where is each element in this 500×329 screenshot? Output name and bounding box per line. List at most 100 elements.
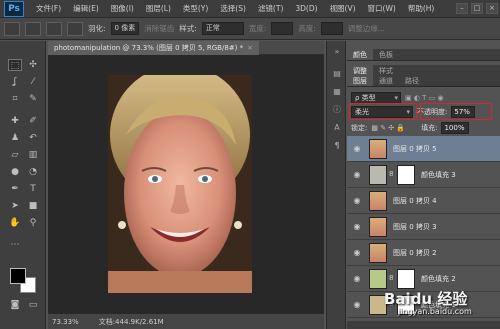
screen-mode-icon[interactable]: ▭ [26,299,40,311]
lock-icons[interactable]: ▩ ✎ ✣ 🔒 [371,124,405,132]
character-panel-icon[interactable]: A [330,121,344,134]
layer-thumbnail [369,191,387,211]
tab-swatches[interactable]: 色板 [373,49,399,60]
layer-name: 图层 0 拷贝 5 [393,145,437,153]
panel-icon-column: » ▤ ▦ ⓘ A ¶ [326,41,346,329]
selection-subtract-button[interactable] [67,21,83,36]
magic-wand-tool-icon[interactable]: ⁄ [26,76,40,88]
pen-tool-icon[interactable]: ✒ [8,183,22,195]
visibility-eye-icon[interactable]: ◉ [351,274,363,284]
marquee-preset-button[interactable] [4,21,20,36]
info-panel-icon[interactable]: ⓘ [330,103,344,116]
style-label: 样式: [179,24,197,33]
layer-row[interactable]: ◉ 图层 0 拷贝 5 [347,136,500,162]
width-input[interactable] [271,22,294,35]
maximize-button[interactable]: □ [471,3,483,14]
layer-row[interactable]: ◉ 图层 0 拷贝 4 [347,188,500,214]
minimize-button[interactable]: – [456,3,468,14]
lock-fill-row: 锁定: ▩ ✎ ✣ 🔒 填充: 100% [347,121,500,135]
more-tools-icon[interactable]: ⋯ [8,239,22,251]
antialias-checkbox[interactable]: 消除锯齿 [144,23,174,34]
visibility-eye-icon[interactable]: ◉ [351,300,363,310]
status-bar: 73.33% 文档:444.9K/2.61M [48,313,324,329]
style-select[interactable]: 正常 [201,22,244,35]
menu-image[interactable]: 图像(I) [105,3,140,14]
healing-brush-tool-icon[interactable]: ✚ [8,115,22,127]
dodge-tool-icon[interactable]: ◔ [26,166,40,178]
menu-window[interactable]: 窗口(W) [362,3,402,14]
marquee-tool-icon[interactable]: ⬚ [8,59,22,71]
visibility-eye-icon[interactable]: ◉ [351,144,363,154]
foreground-color-swatch[interactable] [10,268,26,284]
history-panel-icon[interactable]: ▤ [330,67,344,80]
clone-stamp-tool-icon[interactable]: ♟ [8,132,22,144]
layer-name: 颜色填充 2 [421,275,456,283]
layer-name: 图层 0 拷贝 3 [393,223,437,231]
eraser-tool-icon[interactable]: ▱ [8,149,22,161]
gradient-tool-icon[interactable]: ▥ [26,149,40,161]
close-tab-icon[interactable]: × [247,44,253,52]
eyedropper-tool-icon[interactable]: ✎ [26,93,40,105]
blur-tool-icon[interactable]: ● [8,166,22,178]
tab-channels[interactable]: 通道 [373,75,399,86]
paragraph-panel-icon[interactable]: ¶ [330,139,344,152]
brush-tool-icon[interactable]: ✐ [26,115,40,127]
height-input[interactable] [320,22,343,35]
document-tab[interactable]: photomanipulation @ 73.3% (图层 0 拷贝 5, RG… [48,41,259,55]
menu-edit[interactable]: 编辑(E) [67,3,105,14]
link-icon: 8 [389,170,394,178]
collapse-icon[interactable]: » [330,45,344,58]
menu-view[interactable]: 视图(V) [324,3,362,14]
tab-paths[interactable]: 路径 [399,75,425,86]
properties-panel-icon[interactable]: ▦ [330,85,344,98]
type-tool-icon[interactable]: T [26,183,40,195]
layer-name: 图层 0 拷贝 2 [393,249,437,257]
menu-help[interactable]: 帮助(H) [402,3,441,14]
menu-filter[interactable]: 滤镜(T) [252,3,289,14]
path-selection-tool-icon[interactable]: ➤ [8,200,22,212]
layer-name: 图层 0 拷贝 4 [393,197,437,205]
menu-file[interactable]: 文件(F) [30,3,67,14]
zoom-level[interactable]: 73.33% [52,318,79,326]
visibility-eye-icon[interactable]: ◉ [351,222,363,232]
hand-tool-icon[interactable]: ✋ [8,217,22,229]
layer-thumbnail [369,139,387,159]
menu-type[interactable]: 类型(Y) [177,3,214,14]
filter-icons[interactable]: ▣ ◐ T ▭ ◉ [405,94,444,102]
menu-layer[interactable]: 图层(L) [140,3,177,14]
document-title: photomanipulation @ 73.3% (图层 0 拷贝 5, RG… [54,44,244,52]
layer-row[interactable]: ◉ 8 颜色填充 3 [347,162,500,188]
menu-bar: Ps 文件(F) 编辑(E) 图像(I) 图层(L) 类型(Y) 选择(S) 滤… [0,0,500,18]
baidu-watermark: Baidu 经验 [384,290,468,308]
visibility-eye-icon[interactable]: ◉ [351,248,363,258]
options-bar: 羽化: 0 像素 消除锯齿 样式: 正常 宽度: 高度: 调整边缘... [0,18,500,40]
feather-input[interactable]: 0 像素 [110,22,140,35]
layers-panel-footer [347,321,500,329]
selection-new-button[interactable] [25,21,41,36]
tab-layers[interactable]: 图层 [347,75,373,86]
fill-thumbnail [369,165,387,185]
layer-row[interactable]: ◉ 图层 0 拷贝 3 [347,214,500,240]
canvas-area[interactable] [48,55,324,313]
fill-thumbnail [369,269,387,289]
fill-input[interactable]: 100% [441,122,470,134]
shape-tool-icon[interactable]: ■ [26,200,40,212]
move-tool-icon[interactable]: ✣ [26,59,40,71]
history-brush-tool-icon[interactable]: ↶ [26,132,40,144]
crop-tool-icon[interactable]: ⌗ [8,93,22,105]
visibility-eye-icon[interactable]: ◉ [351,170,363,180]
close-button[interactable]: × [486,3,498,14]
tab-color[interactable]: 颜色 [347,49,373,60]
lasso-tool-icon[interactable]: ʆ [8,76,22,88]
menu-3d[interactable]: 3D(D) [289,4,323,13]
fill-label: 填充: [421,124,438,132]
quick-mask-icon[interactable]: ◙ [8,299,22,311]
zoom-tool-icon[interactable]: ⚲ [26,217,40,229]
refine-edge-button[interactable]: 调整边缘... [348,23,385,34]
selection-add-button[interactable] [46,21,62,36]
visibility-eye-icon[interactable]: ◉ [351,196,363,206]
menu-select[interactable]: 选择(S) [214,3,252,14]
layer-mask-thumbnail [397,165,415,185]
layer-row[interactable]: ◉ 图层 0 拷贝 2 [347,240,500,266]
layer-mask-thumbnail [397,269,415,289]
